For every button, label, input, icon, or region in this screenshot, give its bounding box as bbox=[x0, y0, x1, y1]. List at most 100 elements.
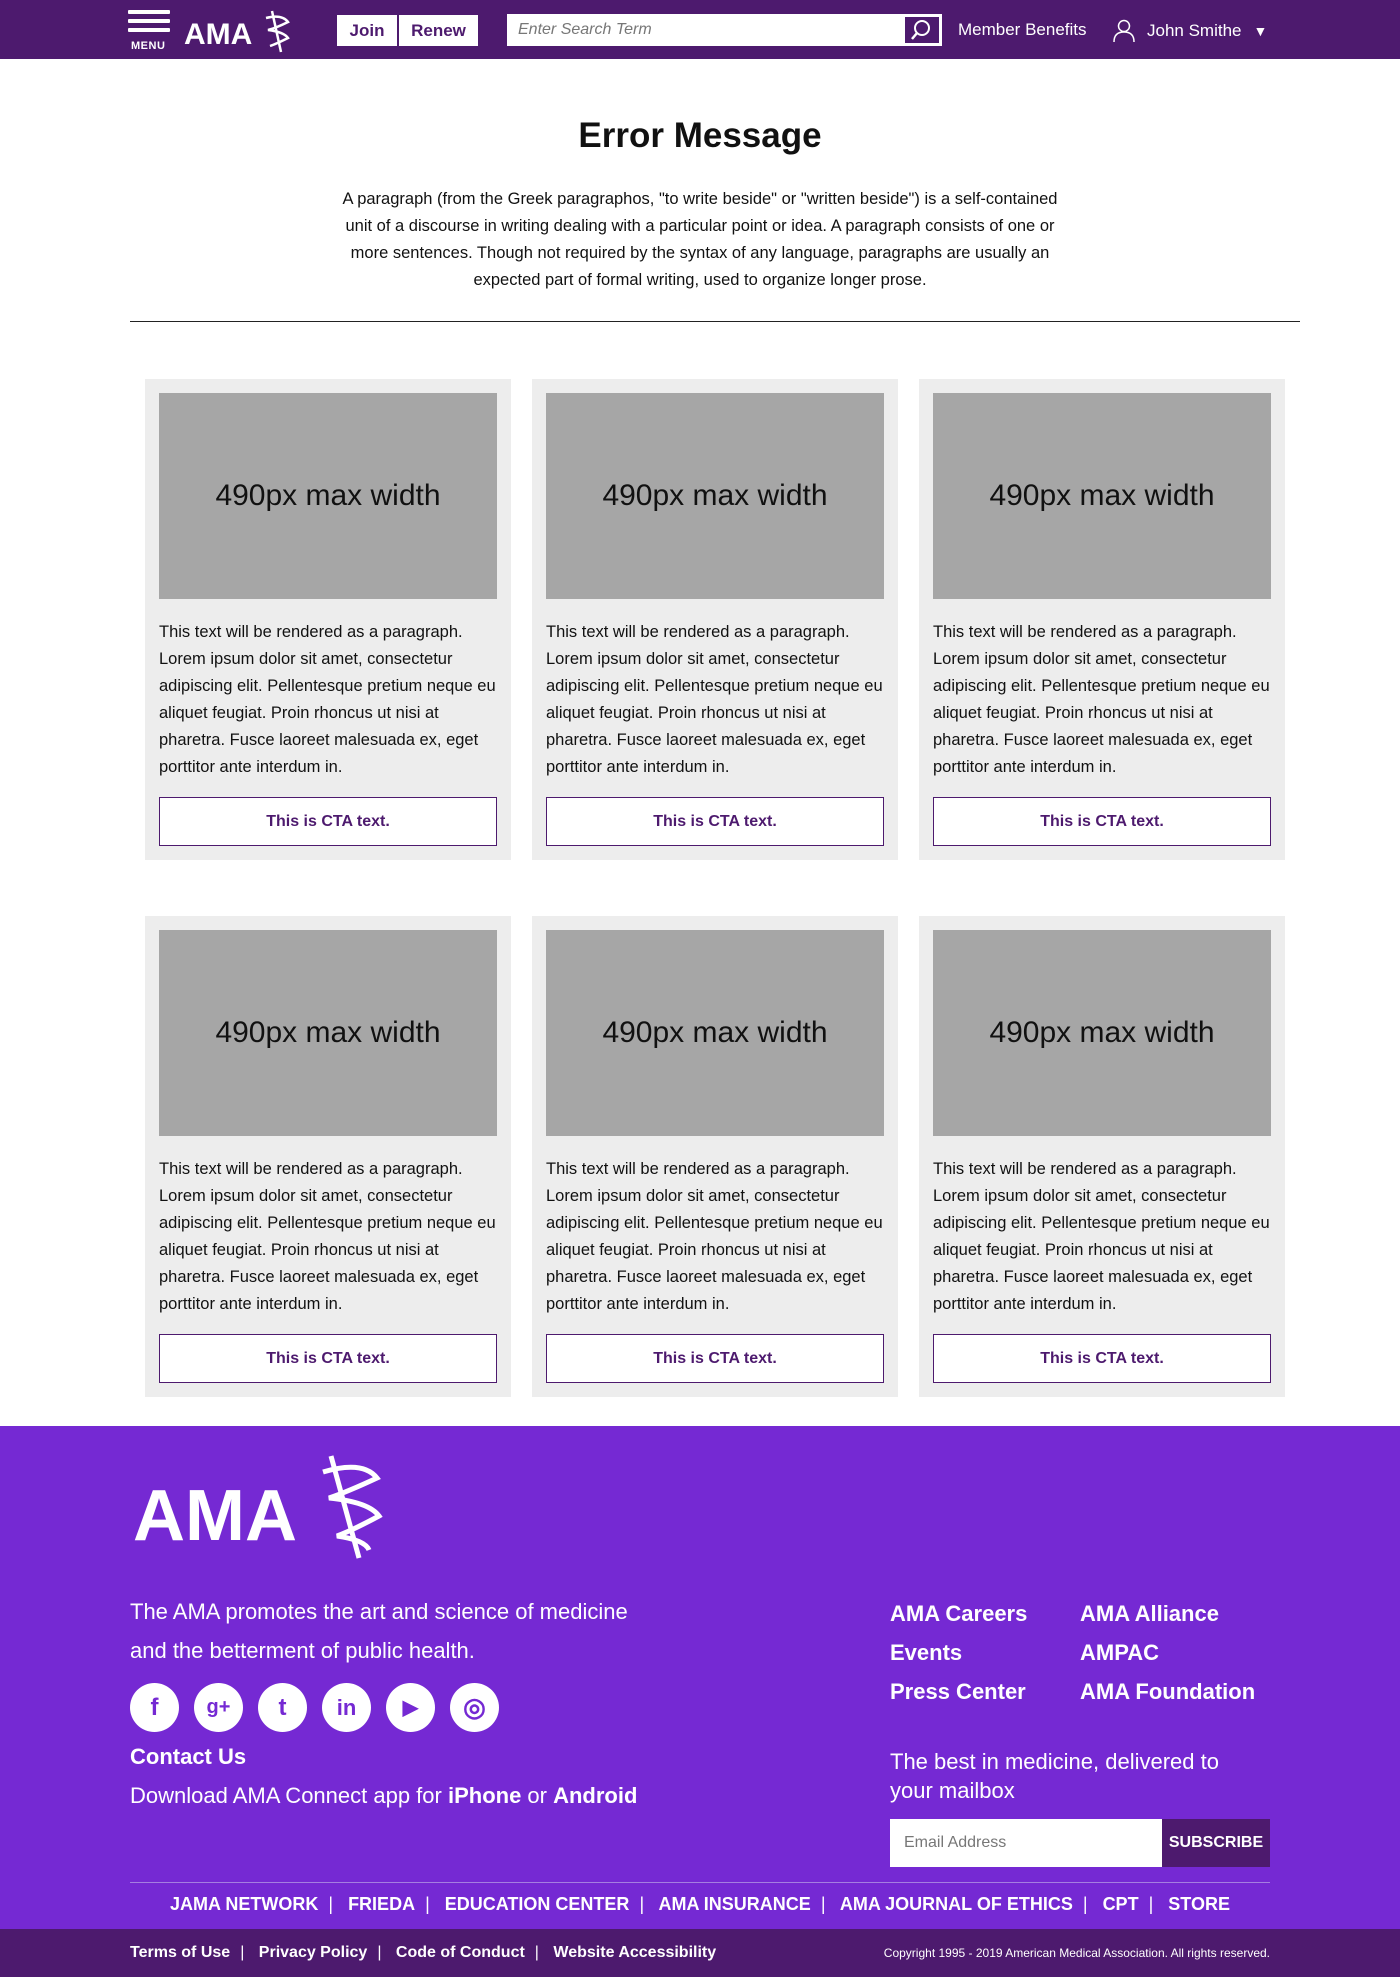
footer: AMA The AMA promotes the art and science… bbox=[0, 1426, 1400, 1977]
jama-network-link[interactable]: JAMA NETWORK bbox=[170, 1894, 318, 1914]
card-text: This text will be rendered as a paragrap… bbox=[159, 1160, 496, 1313]
cpt-link[interactable]: CPT bbox=[1103, 1894, 1139, 1914]
separator: | bbox=[820, 1894, 826, 1914]
top-nav-bar: MENU AMA Join Renew Member Benefits John… bbox=[0, 0, 1400, 59]
legal-links: Terms of Use | Privacy Policy | Code of Co… bbox=[130, 1944, 716, 1962]
menu-label: MENU bbox=[131, 40, 166, 52]
image-placeholder: 490px max width bbox=[546, 393, 884, 599]
separator: | bbox=[240, 1944, 245, 1961]
journal-of-ethics-link[interactable]: AMA JOURNAL OF ETHICS bbox=[840, 1894, 1073, 1914]
separator: | bbox=[639, 1894, 645, 1914]
cta-button[interactable]: This is CTA text. bbox=[933, 797, 1271, 846]
card-text: This text will be rendered as a paragrap… bbox=[546, 1160, 883, 1313]
caret-down-icon: ▼ bbox=[1253, 23, 1268, 39]
user-menu[interactable]: John Smithe ▼ bbox=[1113, 16, 1267, 46]
iphone-link[interactable]: iPhone bbox=[448, 1783, 521, 1808]
member-benefits-link[interactable]: Member Benefits bbox=[958, 20, 1087, 40]
renew-button[interactable]: Renew bbox=[399, 15, 478, 46]
divider bbox=[130, 321, 1300, 322]
facebook-icon[interactable]: f bbox=[130, 1683, 179, 1732]
website-accessibility-link[interactable]: Website Accessibility bbox=[553, 1944, 716, 1961]
cta-button[interactable]: This is CTA text. bbox=[546, 1334, 884, 1383]
store-link[interactable]: STORE bbox=[1168, 1894, 1230, 1914]
email-field[interactable] bbox=[890, 1819, 1162, 1867]
subscribe-button[interactable]: SUBSCRIBE bbox=[1162, 1819, 1270, 1867]
cta-button[interactable]: This is CTA text. bbox=[159, 1334, 497, 1383]
image-placeholder: 490px max width bbox=[159, 930, 497, 1136]
footer-divider bbox=[130, 1882, 1270, 1883]
youtube-icon[interactable]: ▶ bbox=[386, 1683, 435, 1732]
separator: | bbox=[425, 1894, 430, 1914]
download-app-text: Download AMA Connect app for iPhone or A… bbox=[130, 1783, 637, 1809]
footer-link-foundation[interactable]: AMA Foundation bbox=[1080, 1672, 1255, 1711]
sister-site-links: JAMA NETWORK | FRIEDA | EDUCATION CENTER | … bbox=[0, 1894, 1400, 1915]
join-button[interactable]: Join bbox=[337, 15, 398, 46]
footer-tagline: The AMA promotes the art and science of … bbox=[130, 1599, 628, 1663]
cta-button[interactable]: This is CTA text. bbox=[159, 797, 497, 846]
privacy-policy-link[interactable]: Privacy Policy bbox=[259, 1944, 368, 1961]
content-card: 490px max width This text will be render… bbox=[532, 379, 898, 860]
contact-us-link[interactable]: Contact Us bbox=[130, 1744, 246, 1770]
page-title: Error Message bbox=[578, 116, 822, 155]
cta-button[interactable]: This is CTA text. bbox=[933, 1334, 1271, 1383]
content-card: 490px max width This text will be render… bbox=[145, 379, 511, 860]
google-plus-icon[interactable]: g+ bbox=[194, 1683, 243, 1732]
separator: | bbox=[1082, 1894, 1088, 1914]
card-text: This text will be rendered as a paragrap… bbox=[933, 623, 1270, 776]
card-text: This text will be rendered as a paragrap… bbox=[933, 1160, 1270, 1313]
code-of-conduct-link[interactable]: Code of Conduct bbox=[396, 1944, 525, 1961]
social-links: f g+ t in ▶ ◎ bbox=[130, 1683, 514, 1732]
separator: | bbox=[534, 1944, 539, 1961]
search-input[interactable] bbox=[509, 16, 905, 44]
separator: | bbox=[377, 1944, 382, 1961]
frieda-link[interactable]: FRIEDA bbox=[348, 1894, 415, 1914]
content-card: 490px max width This text will be render… bbox=[532, 916, 898, 1397]
cta-button[interactable]: This is CTA text. bbox=[546, 797, 884, 846]
image-placeholder: 490px max width bbox=[546, 930, 884, 1136]
image-placeholder: 490px max width bbox=[933, 393, 1271, 599]
image-placeholder: 490px max width bbox=[933, 930, 1271, 1136]
content-card: 490px max width This text will be render… bbox=[145, 916, 511, 1397]
staff-of-asclepius-icon bbox=[265, 10, 290, 53]
footer-links-col1: AMA Careers Events Press Center bbox=[890, 1594, 1027, 1711]
footer-link-press-center[interactable]: Press Center bbox=[890, 1672, 1027, 1711]
footer-link-events[interactable]: Events bbox=[890, 1633, 1027, 1672]
footer-link-ampac[interactable]: AMPAC bbox=[1080, 1633, 1255, 1672]
footer-link-alliance[interactable]: AMA Alliance bbox=[1080, 1594, 1255, 1633]
education-center-link[interactable]: EDUCATION CENTER bbox=[445, 1894, 630, 1914]
ama-logo[interactable]: AMA bbox=[184, 8, 299, 54]
content-card: 490px max width This text will be render… bbox=[919, 379, 1285, 860]
terms-of-use-link[interactable]: Terms of Use bbox=[130, 1944, 230, 1961]
copyright: Copyright 1995 - 2019 American Medical A… bbox=[883, 1946, 1270, 1960]
hamburger-icon bbox=[128, 10, 170, 14]
user-icon bbox=[1113, 19, 1135, 43]
footer-ama-logo[interactable]: AMA bbox=[133, 1452, 403, 1562]
separator: | bbox=[1148, 1894, 1154, 1914]
user-name: John Smithe bbox=[1147, 21, 1242, 40]
newsletter-heading: The best in medicine, delivered to your … bbox=[890, 1749, 1219, 1803]
footer-link-careers[interactable]: AMA Careers bbox=[890, 1594, 1027, 1633]
download-or: or bbox=[521, 1783, 554, 1808]
footer-links-col2: AMA Alliance AMPAC AMA Foundation bbox=[1080, 1594, 1255, 1711]
card-text: This text will be rendered as a paragrap… bbox=[546, 623, 883, 776]
card-text: This text will be rendered as a paragrap… bbox=[159, 623, 496, 776]
search-button[interactable] bbox=[904, 16, 940, 44]
hamburger-icon-bar bbox=[128, 19, 170, 23]
intro-paragraph: A paragraph (from the Greek paragraphos,… bbox=[342, 190, 1058, 289]
content-card: 490px max width This text will be render… bbox=[919, 916, 1285, 1397]
download-prefix: Download AMA Connect app for bbox=[130, 1783, 448, 1808]
separator: | bbox=[328, 1894, 334, 1914]
linkedin-icon[interactable]: in bbox=[322, 1683, 371, 1732]
ama-logo-text: AMA bbox=[184, 18, 252, 51]
twitter-icon[interactable]: t bbox=[258, 1683, 307, 1732]
ama-insurance-link[interactable]: AMA INSURANCE bbox=[658, 1894, 810, 1914]
android-link[interactable]: Android bbox=[553, 1783, 637, 1808]
staff-of-asclepius-icon bbox=[322, 1455, 383, 1559]
menu-button[interactable]: MENU bbox=[128, 10, 172, 54]
footer-logo-text: AMA bbox=[133, 1476, 297, 1556]
search-box bbox=[507, 14, 942, 46]
legal-bar: Terms of Use | Privacy Policy | Code of Co… bbox=[0, 1929, 1400, 1977]
hamburger-icon-bar bbox=[128, 28, 170, 32]
image-placeholder: 490px max width bbox=[159, 393, 497, 599]
instagram-icon[interactable]: ◎ bbox=[450, 1683, 499, 1732]
